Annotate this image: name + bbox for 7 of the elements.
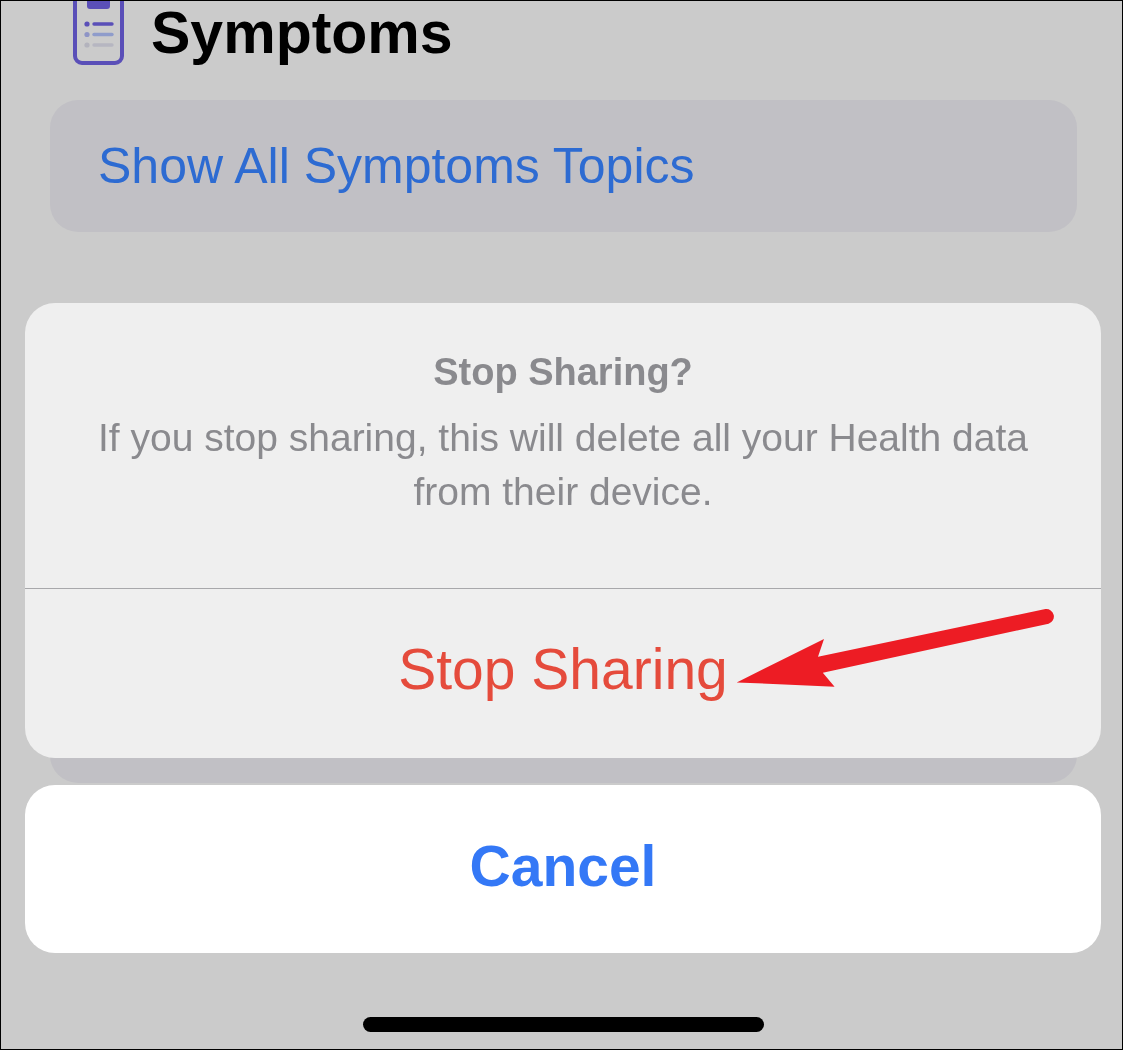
alert-message: If you stop sharing, this will delete all your Health data from their device. (97, 415, 1029, 515)
cancel-button[interactable]: Cancel (25, 785, 1101, 953)
page-title: Symptoms (151, 4, 453, 63)
stop-sharing-button[interactable]: Stop Sharing (25, 589, 1101, 758)
alert-title: Stop Sharing? (432, 350, 694, 395)
show-all-topics-link[interactable]: Show All Symptoms Topics (98, 136, 695, 196)
clipboard-icon (73, 1, 124, 65)
